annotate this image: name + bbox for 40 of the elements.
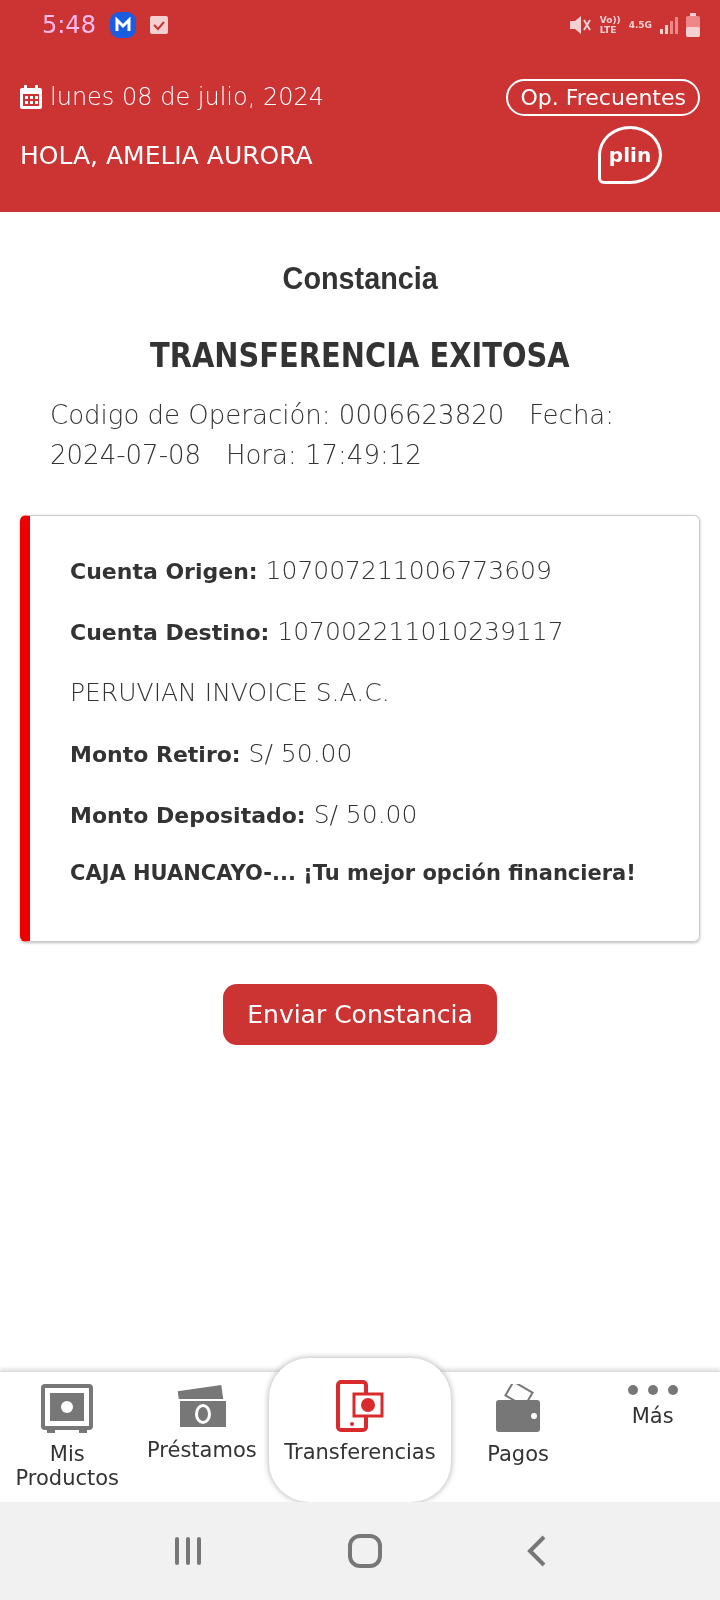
frequent-operations-button[interactable]: Op. Frecuentes — [506, 78, 700, 116]
mute-icon — [567, 14, 592, 36]
detail-label: Cuenta Destino: — [70, 620, 270, 645]
nav-tab[interactable]: Más — [585, 1372, 720, 1502]
slogan-text: CAJA HUANCAYO-... ¡Tu mejor opción financiera! — [70, 861, 637, 885]
account-name: PERUVIAN INVOICE S.A.C. — [70, 678, 391, 707]
safe-icon — [41, 1384, 94, 1434]
back-icon[interactable] — [527, 1535, 548, 1567]
detail-label: Monto Depositado: — [70, 803, 306, 828]
notification-app-icon — [109, 12, 136, 38]
checkbox-icon — [149, 16, 168, 34]
nav-tab[interactable]: Préstamos — [134, 1372, 270, 1502]
wallet-icon — [494, 1384, 543, 1434]
recent-apps-icon[interactable] — [172, 1537, 203, 1565]
greeting-text: HOLA, AMELIA AURORA — [20, 140, 313, 170]
network-label: 4.5G — [628, 20, 652, 30]
lte-label: LTE — [599, 25, 618, 35]
date-text: lunes 08 de julio, 2024 — [50, 83, 325, 111]
send-receipt-button[interactable]: Enviar Constancia — [223, 984, 497, 1045]
status-time: 5:48 — [42, 11, 96, 39]
detail-value: S/ 50.00 — [248, 739, 353, 768]
battery-icon — [686, 13, 700, 37]
operation-info: Codigo de Operación: 0006623820 Fecha: 2024-07-08 Hora: 17:49:12 — [50, 399, 616, 472]
detail-value: 107002211010239117 — [277, 617, 564, 646]
plin-button[interactable]: plin — [598, 126, 662, 184]
calendar-icon — [20, 85, 42, 109]
home-icon[interactable] — [348, 1534, 382, 1568]
detail-label: Cuenta Origen: — [70, 559, 258, 584]
nav-tab[interactable]: Mis Productos — [0, 1372, 135, 1502]
phone-money-icon — [336, 1380, 384, 1432]
detail-value: 107007211006773609 — [265, 556, 552, 585]
signal-icon — [660, 16, 678, 34]
more-icon — [626, 1384, 679, 1396]
detail-label: Monto Retiro: — [70, 742, 241, 767]
nav-tab[interactable]: Pagos — [450, 1372, 586, 1502]
page-title: Constancia — [282, 260, 438, 297]
result-title: TRANSFERENCIA EXITOSA — [150, 335, 570, 375]
nav-tab[interactable]: Transferencias — [269, 1358, 451, 1502]
detail-value: S/ 50.00 — [313, 800, 418, 829]
volte-label: Vo)) — [599, 15, 621, 25]
